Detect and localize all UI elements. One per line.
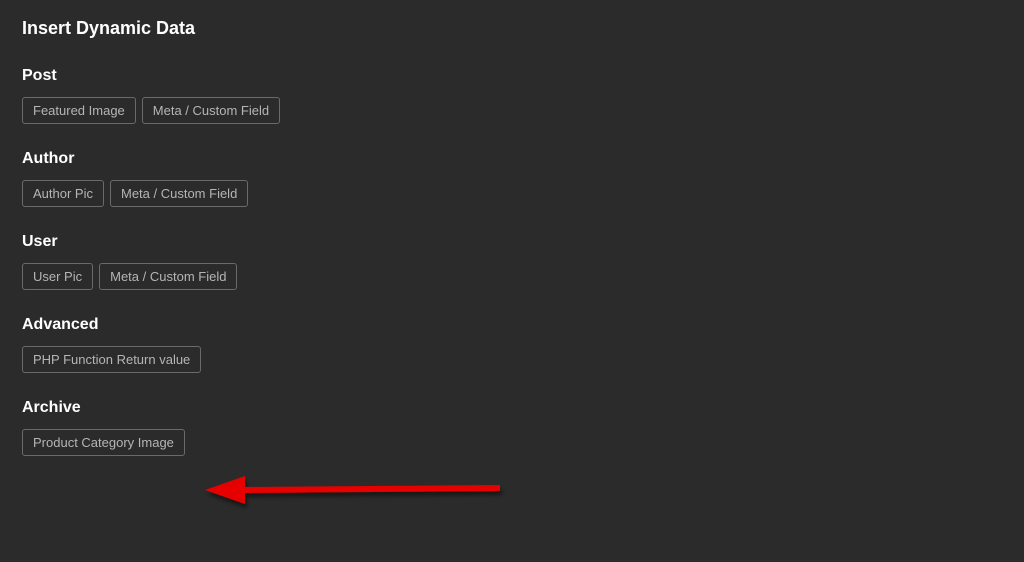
option-php-function-return-value[interactable]: PHP Function Return value [22, 346, 201, 373]
section-archive: Archive Product Category Image [22, 399, 1002, 456]
option-user-meta-custom-field[interactable]: Meta / Custom Field [99, 263, 237, 290]
option-row-archive: Product Category Image [22, 429, 1002, 456]
section-author: Author Author Pic Meta / Custom Field [22, 150, 1002, 207]
option-post-meta-custom-field[interactable]: Meta / Custom Field [142, 97, 280, 124]
arrow-annotation-icon [200, 468, 520, 518]
option-row-post: Featured Image Meta / Custom Field [22, 97, 1002, 124]
section-heading-advanced: Advanced [22, 316, 1002, 334]
option-row-author: Author Pic Meta / Custom Field [22, 180, 1002, 207]
section-heading-user: User [22, 233, 1002, 251]
option-author-meta-custom-field[interactable]: Meta / Custom Field [110, 180, 248, 207]
section-heading-author: Author [22, 150, 1002, 168]
option-product-category-image[interactable]: Product Category Image [22, 429, 185, 456]
section-advanced: Advanced PHP Function Return value [22, 316, 1002, 373]
page-title: Insert Dynamic Data [22, 18, 1002, 39]
section-heading-archive: Archive [22, 399, 1002, 417]
option-row-advanced: PHP Function Return value [22, 346, 1002, 373]
section-user: User User Pic Meta / Custom Field [22, 233, 1002, 290]
option-author-pic[interactable]: Author Pic [22, 180, 104, 207]
option-row-user: User Pic Meta / Custom Field [22, 263, 1002, 290]
section-heading-post: Post [22, 67, 1002, 85]
section-post: Post Featured Image Meta / Custom Field [22, 67, 1002, 124]
option-user-pic[interactable]: User Pic [22, 263, 93, 290]
option-featured-image[interactable]: Featured Image [22, 97, 136, 124]
